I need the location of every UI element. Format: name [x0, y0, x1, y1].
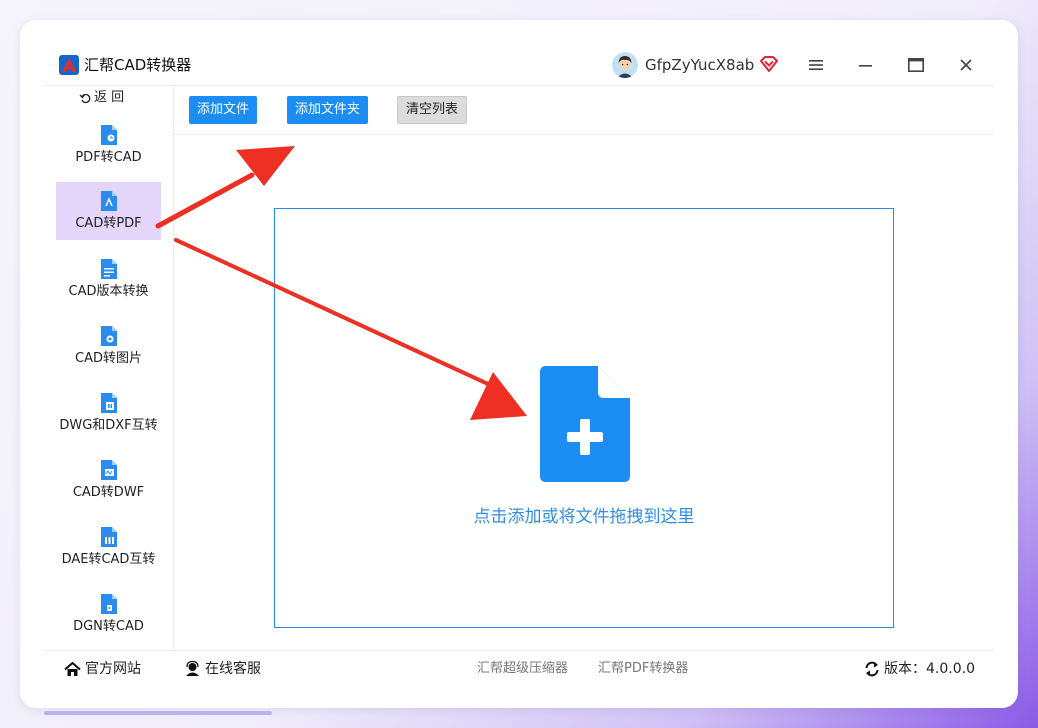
pdf-to-cad-icon [101, 125, 117, 145]
sidebar-item-cad-to-image[interactable]: CAD转图片 [56, 325, 161, 383]
clear-list-button[interactable]: 清空列表 [397, 96, 468, 124]
vip-icon[interactable] [759, 54, 779, 74]
add-folder-button[interactable]: 添加文件夹 [287, 96, 369, 124]
compressor-link[interactable]: 汇帮超级压缩器 [477, 660, 568, 678]
back-label: 返 回 [94, 90, 125, 105]
maximize-icon[interactable] [904, 53, 928, 77]
support-label: 在线客服 [205, 661, 261, 677]
statusbar: 官方网站 在线客服 汇帮超级压缩器 汇帮PDF转换器 版本：4.0.0.0 [44, 650, 994, 686]
cad-to-pdf-icon [101, 191, 117, 211]
sidebar-item-label: DGN转CAD [73, 619, 144, 634]
app-window: 汇帮CAD转换器 GfpZyYucX8ab 返 回 PDF转CAD CAD转PD… [44, 45, 994, 685]
dgn-to-cad-icon [101, 594, 117, 614]
pdf-converter-link[interactable]: 汇帮PDF转换器 [598, 660, 688, 678]
sidebar-item-dwg-dxf[interactable]: DWG和DXF互转 [56, 392, 161, 450]
minimize-icon[interactable] [854, 53, 878, 77]
cad-version-icon [101, 259, 117, 279]
support-icon [186, 661, 199, 676]
sidebar: 返 回 PDF转CAD CAD转PDF CAD版本转换 CAD转图片 DWG和D… [44, 86, 174, 650]
version-info[interactable]: 版本：4.0.0.0 [864, 660, 975, 678]
sidebar-item-label: CAD转DWF [72, 485, 145, 500]
drop-zone-text[interactable]: 点击添加或将文件拖拽到这里 [275, 506, 893, 528]
website-label: 官方网站 [85, 661, 141, 677]
file-add-icon[interactable] [540, 366, 630, 482]
sidebar-item-label: CAD版本转换 [68, 284, 149, 299]
drop-zone[interactable]: 点击添加或将文件拖拽到这里 [274, 208, 894, 628]
avatar[interactable] [612, 52, 638, 78]
sidebar-item-label: DWG和DXF互转 [59, 418, 158, 433]
sidebar-item-label: PDF转CAD [75, 150, 142, 165]
dae-cad-icon [101, 527, 117, 547]
sidebar-item-pdf-to-cad[interactable]: PDF转CAD [56, 124, 161, 182]
cad-to-dwf-icon [101, 460, 117, 480]
sidebar-item-cad-to-dwf[interactable]: CAD转DWF [56, 459, 161, 517]
cad-to-image-icon [101, 326, 117, 346]
titlebar: 汇帮CAD转换器 GfpZyYucX8ab [44, 45, 994, 86]
add-file-button[interactable]: 添加文件 [189, 96, 258, 124]
sidebar-item-cad-version[interactable]: CAD版本转换 [56, 258, 161, 316]
sidebar-item-dae-cad[interactable]: DAE转CAD互转 [56, 526, 161, 584]
app-logo-icon [59, 55, 79, 75]
bottom-glow [44, 711, 272, 715]
dwg-dxf-icon [101, 393, 117, 413]
back-button[interactable]: 返 回 [79, 89, 124, 107]
version-label: 版本：4.0.0.0 [884, 661, 975, 677]
sidebar-item-label: CAD转PDF [75, 216, 142, 231]
sidebar-item-label: CAD转图片 [75, 351, 142, 366]
back-arrow-icon [79, 93, 91, 104]
hamburger-icon[interactable] [804, 53, 828, 77]
sidebar-item-label: DAE转CAD互转 [61, 552, 156, 567]
sidebar-item-dgn-to-cad[interactable]: DGN转CAD [56, 593, 161, 651]
home-icon [64, 661, 81, 676]
username[interactable]: GfpZyYucX8ab [645, 55, 754, 75]
toolbar: 添加文件 添加文件夹 清空列表 [174, 86, 994, 135]
refresh-icon [865, 661, 879, 677]
app-title: 汇帮CAD转换器 [84, 56, 192, 74]
official-website-link[interactable]: 官方网站 [64, 660, 141, 678]
online-support-link[interactable]: 在线客服 [184, 660, 261, 678]
sidebar-item-cad-to-pdf[interactable]: CAD转PDF [56, 182, 161, 240]
close-icon[interactable] [954, 53, 978, 77]
